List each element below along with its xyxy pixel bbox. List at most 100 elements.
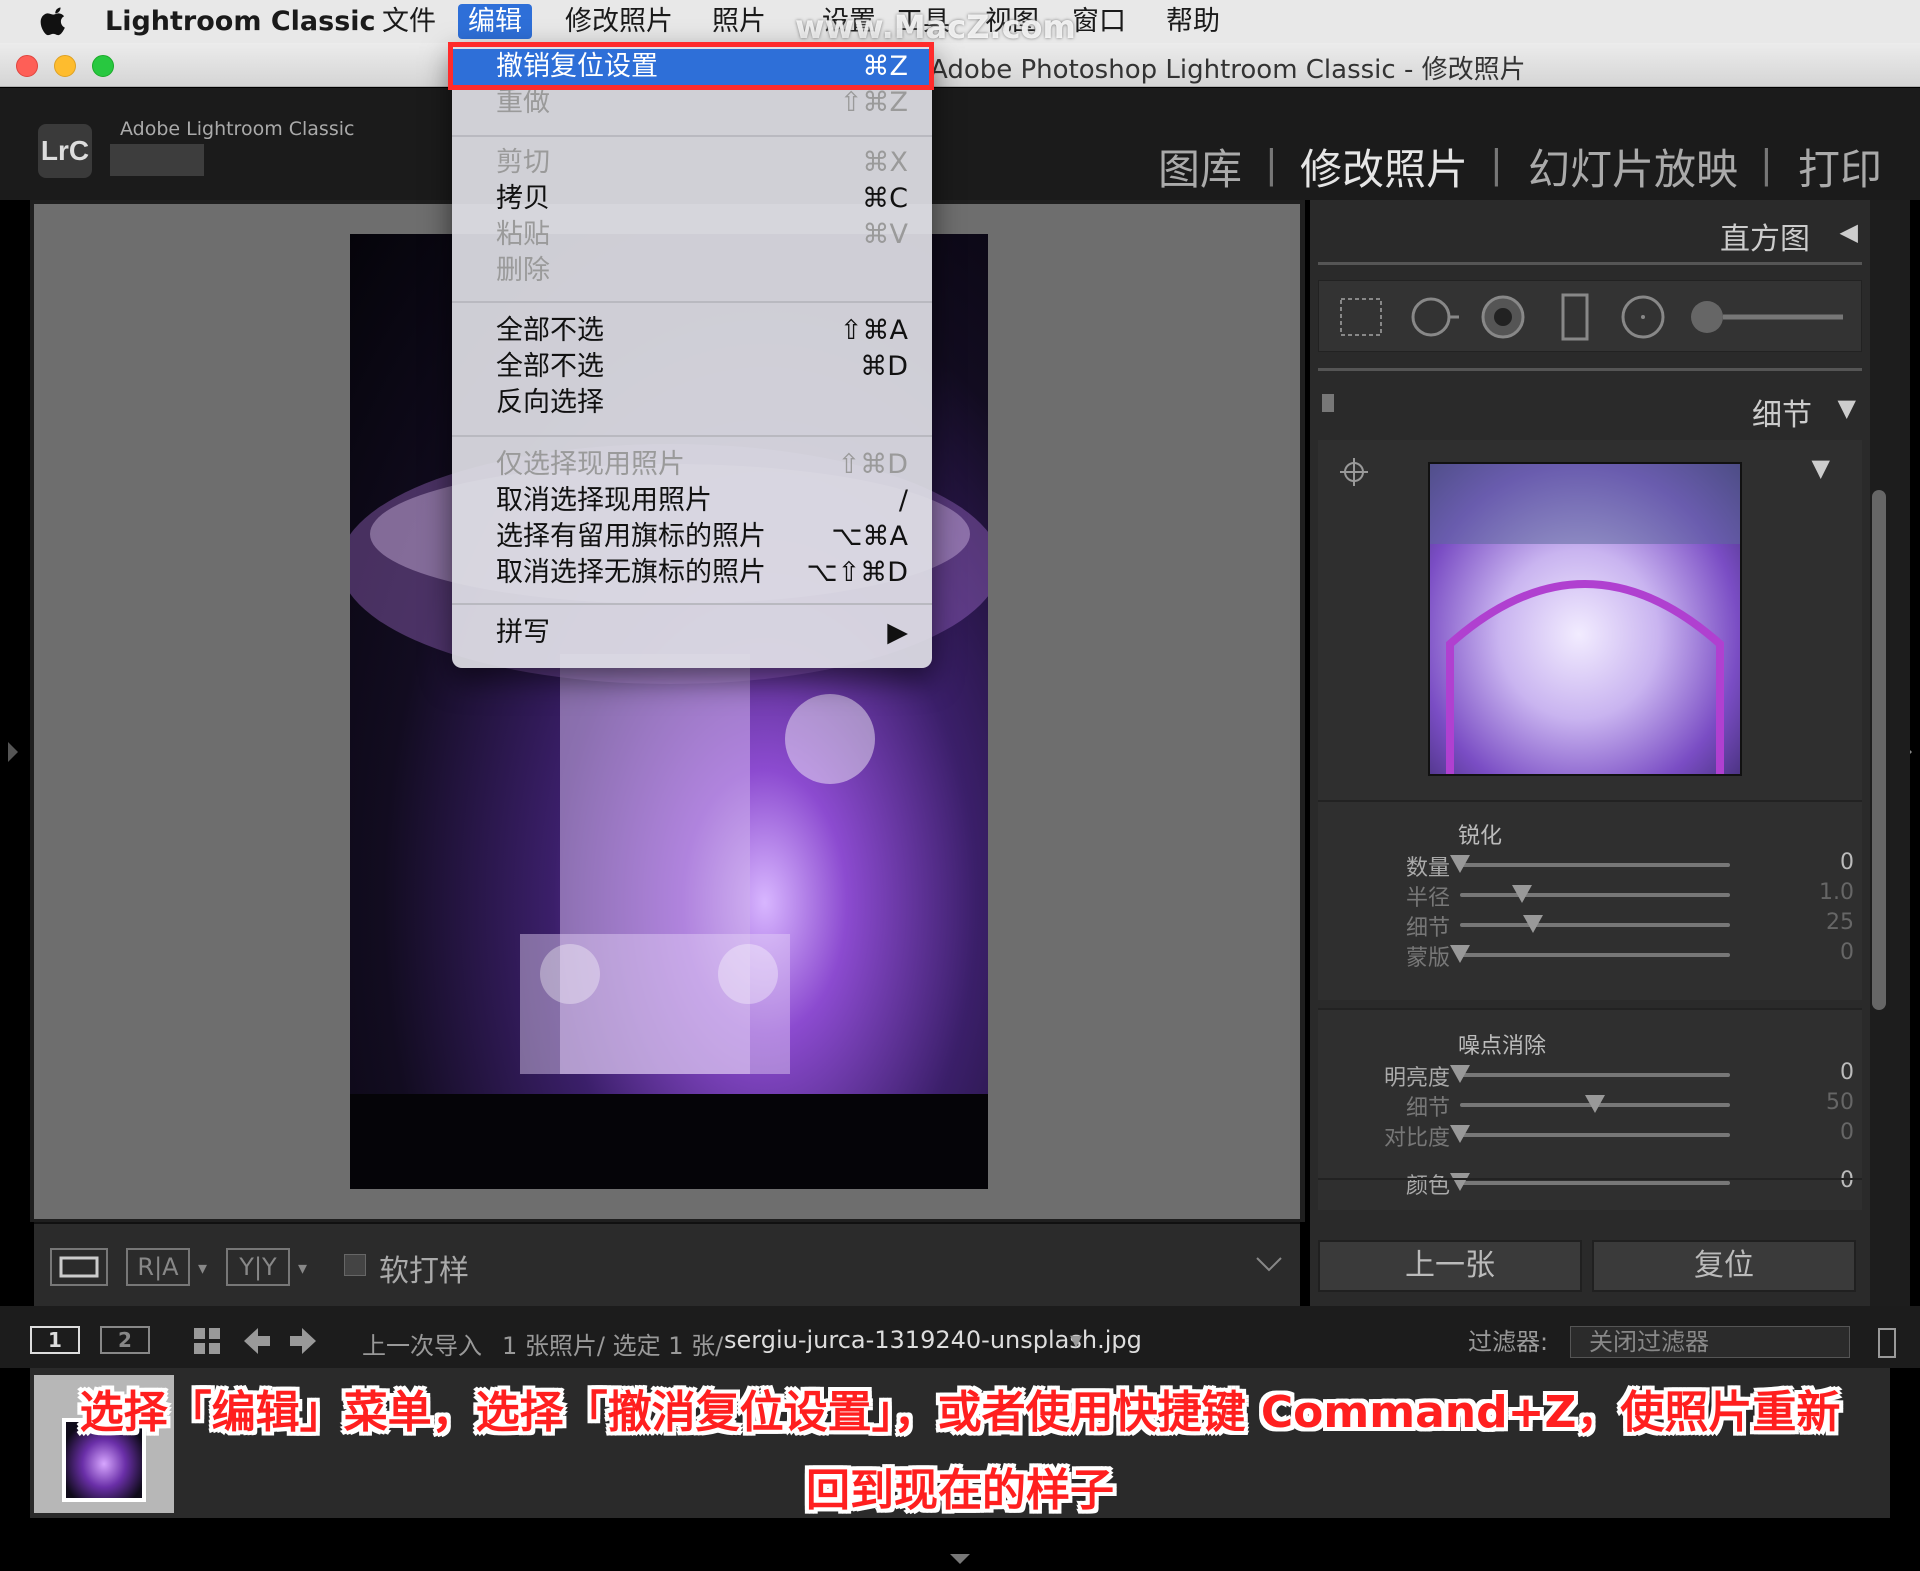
menu-item-copy[interactable]: 拷贝 ⌘C: [452, 181, 932, 217]
slider-thumb[interactable]: [1450, 1173, 1470, 1191]
chevron-down-icon[interactable]: ▾: [198, 1258, 207, 1279]
adjustment-brush-icon[interactable]: [1689, 299, 1849, 335]
screen-2-button[interactable]: 2: [100, 1326, 150, 1354]
filmstrip-bar: 1 2 上一次导入 1 张照片/ 选定 1 张/ sergiu-jurca-13…: [0, 1306, 1920, 1368]
scrollbar-thumb[interactable]: [1872, 490, 1886, 1010]
slider-thumb[interactable]: [1450, 1125, 1470, 1143]
panel-switch-icon[interactable]: [1322, 394, 1334, 412]
chevron-down-icon[interactable]: ▾: [298, 1258, 307, 1279]
slider-row[interactable]: 细节 25: [1310, 908, 1870, 942]
slider-row[interactable]: 对比度 0: [1310, 1118, 1870, 1152]
module-library[interactable]: 图库: [1158, 136, 1242, 197]
detail-title[interactable]: 细节: [1752, 390, 1812, 434]
chevron-down-icon[interactable]: ▾: [1070, 1326, 1082, 1354]
close-button[interactable]: [16, 55, 38, 77]
module-print[interactable]: 打印: [1798, 136, 1882, 197]
menu-file[interactable]: 文件: [372, 4, 446, 39]
source-label[interactable]: 上一次导入: [362, 1326, 482, 1361]
screen-1-button[interactable]: 1: [30, 1326, 80, 1354]
red-eye-icon[interactable]: [1479, 293, 1527, 341]
left-panel-toggle-icon[interactable]: [6, 740, 20, 764]
slider-thumb[interactable]: [1512, 885, 1533, 903]
spot-removal-icon[interactable]: [1407, 293, 1463, 341]
detail-preview-menu-icon[interactable]: ▼: [1812, 454, 1830, 482]
slider-value[interactable]: 50: [1826, 1090, 1854, 1115]
slider-track[interactable]: [1460, 1133, 1730, 1137]
arrow-back-icon[interactable]: [242, 1326, 272, 1356]
before-after-yy-button[interactable]: Y|Y: [226, 1248, 290, 1286]
slider-track[interactable]: [1460, 953, 1730, 957]
slider-thumb[interactable]: [1450, 945, 1470, 963]
slider-value[interactable]: 0: [1840, 940, 1854, 965]
slider-value[interactable]: 25: [1826, 910, 1854, 935]
slider-track[interactable]: [1460, 893, 1730, 897]
minimize-button[interactable]: [54, 55, 76, 77]
detail-preview-thumb[interactable]: [1428, 462, 1742, 776]
slider-value[interactable]: 1.0: [1819, 880, 1854, 905]
target-adjust-icon[interactable]: [1338, 456, 1370, 488]
collapse-left-icon[interactable]: ◀: [1840, 218, 1858, 246]
menu-item-delete: 删除: [496, 255, 550, 286]
slider-value[interactable]: 0: [1840, 850, 1854, 875]
menu-item-redo: 重做 ⇧⌘Z: [496, 87, 908, 118]
reset-button[interactable]: 复位: [1592, 1240, 1856, 1292]
module-separator: |: [1490, 142, 1503, 186]
caption-line-1: 选择「编辑」菜单，选择「撤消复位设置」，或者使用快捷键 Command+Z，使照…: [79, 1387, 1841, 1438]
module-slideshow[interactable]: 幻灯片放映: [1528, 136, 1738, 197]
menu-item-select-flagged[interactable]: 选择有留用旗标的照片 ⌥⌘A: [452, 519, 932, 555]
loupe-view-button[interactable]: [50, 1248, 108, 1286]
slider-row[interactable]: 蒙版 0: [1310, 938, 1870, 972]
slider-row[interactable]: 数量 0: [1310, 848, 1870, 882]
menu-item-paste: 粘贴 ⌘V: [496, 219, 908, 250]
slider-row[interactable]: 明亮度 0: [1310, 1058, 1870, 1092]
radial-filter-icon[interactable]: [1619, 293, 1667, 341]
histogram-title[interactable]: 直方图: [1720, 214, 1810, 258]
before-after-ra-button[interactable]: R|A: [126, 1248, 190, 1286]
menu-edit[interactable]: 编辑: [458, 4, 532, 39]
lr-header: LrC Adobe Lightroom Classic 图库 | 修改照片 | …: [0, 88, 1920, 200]
previous-button[interactable]: 上一张: [1318, 1240, 1582, 1292]
slider-row[interactable]: 细节 50: [1310, 1088, 1870, 1122]
slider-value[interactable]: 0: [1840, 1120, 1854, 1145]
filter-lock-icon[interactable]: [1878, 1328, 1896, 1358]
menu-photo[interactable]: 照片: [702, 4, 776, 39]
zoom-button[interactable]: [92, 55, 114, 77]
softproof-checkbox[interactable]: [344, 1254, 366, 1276]
filter-select[interactable]: 关闭过滤器: [1570, 1326, 1850, 1358]
graduated-filter-icon[interactable]: [1557, 291, 1593, 343]
menu-separator: [452, 135, 932, 137]
toolbar-menu-chevron-icon[interactable]: [1254, 1254, 1284, 1274]
slider-row[interactable]: 半径 1.0: [1310, 878, 1870, 912]
menu-item-select-none-d[interactable]: 全部不选 ⌘D: [452, 349, 932, 385]
slider-track[interactable]: [1460, 923, 1730, 927]
menu-item-spelling[interactable]: 拼写 ▶: [452, 615, 932, 651]
slider-track[interactable]: [1460, 1181, 1730, 1185]
slider-value[interactable]: 0: [1840, 1060, 1854, 1085]
slider-track[interactable]: [1460, 863, 1730, 867]
menu-item-deselect-active[interactable]: 取消选择现用照片 /: [452, 483, 932, 519]
slider-value[interactable]: 0: [1840, 1168, 1854, 1193]
slider-thumb[interactable]: [1522, 915, 1543, 933]
slider-thumb[interactable]: [1450, 855, 1470, 873]
arrow-forward-icon[interactable]: [288, 1326, 318, 1356]
menu-item-select-none-a[interactable]: 全部不选 ⇧⌘A: [452, 313, 932, 349]
menu-item-invert-selection[interactable]: 反向选择: [452, 385, 932, 421]
photo-toolbar: R|A ▾ Y|Y ▾ 软打样: [34, 1222, 1300, 1306]
menu-develop[interactable]: 修改照片: [555, 4, 683, 39]
slider-thumb[interactable]: [1585, 1095, 1605, 1113]
slider-label: 蒙版: [1405, 946, 1450, 971]
slider-track[interactable]: [1460, 1073, 1730, 1077]
apple-icon[interactable]: [40, 5, 70, 37]
filmstrip-toggle-icon[interactable]: [948, 1552, 972, 1566]
grid-view-icon[interactable]: [192, 1326, 222, 1356]
menu-item-deselect-unflagged[interactable]: 取消选择无旗标的照片 ⌥⇧⌘D: [452, 555, 932, 591]
crop-tool-icon[interactable]: [1337, 295, 1385, 339]
slider-row[interactable]: 颜色 0: [1310, 1166, 1870, 1200]
noise-reduction-title: 噪点消除: [1458, 1034, 1547, 1059]
collapse-down-icon[interactable]: ▼: [1838, 394, 1856, 422]
slider-thumb[interactable]: [1450, 1065, 1470, 1083]
menu-app-name[interactable]: Lightroom Classic: [95, 4, 386, 39]
menu-help[interactable]: 帮助: [1156, 4, 1230, 39]
module-develop[interactable]: 修改照片: [1300, 136, 1468, 197]
menu-separator: [452, 603, 932, 605]
